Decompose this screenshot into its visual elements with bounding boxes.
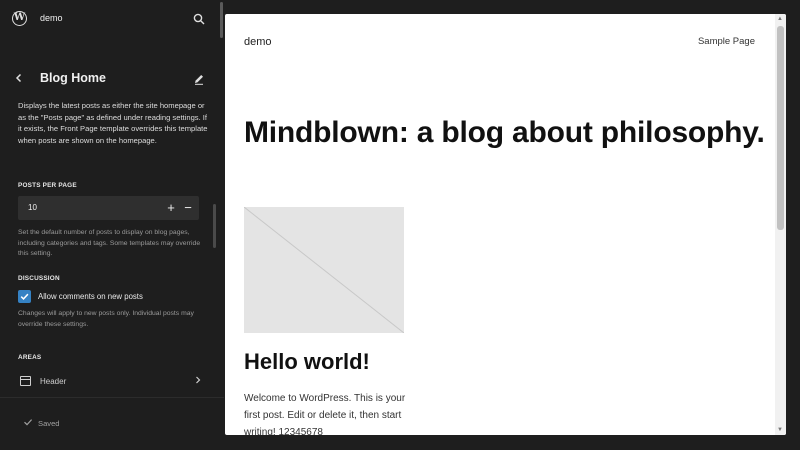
- posts-per-page-help: Set the default number of posts to displ…: [18, 229, 201, 257]
- preview-scrollbar[interactable]: ▲ ▼: [775, 14, 786, 435]
- preview-scroll-thumb[interactable]: [777, 26, 784, 230]
- pencil-icon: [195, 75, 203, 85]
- editor-sidebar: W demo Blog Home Displays the latest pos…: [0, 0, 224, 450]
- featured-image-placeholder[interactable]: [244, 207, 404, 333]
- allow-comments-label[interactable]: Allow comments on new posts: [38, 292, 143, 301]
- image-placeholder-icon: [244, 207, 404, 333]
- wordpress-logo-icon[interactable]: W: [12, 11, 27, 26]
- posts-per-page-label: POSTS PER PAGE: [18, 182, 77, 189]
- site-name[interactable]: demo: [40, 13, 63, 23]
- preview-nav-link[interactable]: Sample Page: [698, 36, 755, 47]
- page-title: Blog Home: [40, 71, 106, 85]
- preview-post-excerpt[interactable]: Welcome to WordPress. This is your first…: [244, 390, 406, 435]
- increment-button[interactable]: +: [164, 199, 178, 217]
- edit-button[interactable]: [192, 72, 206, 86]
- area-item-label: Header: [40, 377, 67, 386]
- chevron-right-icon: [194, 375, 202, 387]
- panel-scrollbar[interactable]: [213, 204, 216, 248]
- discussion-label: DISCUSSION: [18, 275, 60, 282]
- check-icon: [23, 417, 33, 429]
- areas-label: AREAS: [18, 354, 42, 361]
- save-status: Saved: [38, 419, 60, 428]
- chevron-left-icon: [15, 73, 22, 83]
- scroll-down-icon[interactable]: ▼: [777, 427, 783, 433]
- preview-post-title[interactable]: Hello world!: [244, 349, 370, 375]
- preview-site-title[interactable]: demo: [244, 36, 272, 48]
- area-item-header[interactable]: Header: [18, 374, 204, 390]
- check-icon: [20, 293, 29, 300]
- layout-header-icon: [20, 376, 31, 386]
- discussion-help: Changes will apply to new posts only. In…: [18, 310, 194, 328]
- template-description: Displays the latest posts as either the …: [18, 101, 208, 145]
- sidebar-footer: Saved: [0, 398, 224, 450]
- decrement-button[interactable]: −: [181, 199, 195, 217]
- posts-per-page-stepper[interactable]: 10 + −: [18, 196, 199, 220]
- preview-headline[interactable]: Mindblown: a blog about philosophy.: [244, 116, 765, 150]
- posts-per-page-value[interactable]: 10: [28, 203, 37, 212]
- template-header: Blog Home: [0, 66, 224, 92]
- scroll-up-icon[interactable]: ▲: [777, 16, 783, 22]
- sidebar-topbar: W demo: [0, 0, 224, 38]
- search-icon[interactable]: [193, 12, 205, 25]
- sidebar-scrollbar[interactable]: [220, 2, 223, 38]
- back-button[interactable]: [12, 71, 26, 85]
- template-preview-canvas[interactable]: demo Sample Page Mindblown: a blog about…: [225, 14, 786, 435]
- allow-comments-row[interactable]: Allow comments on new posts: [18, 290, 208, 304]
- allow-comments-checkbox[interactable]: [18, 290, 31, 303]
